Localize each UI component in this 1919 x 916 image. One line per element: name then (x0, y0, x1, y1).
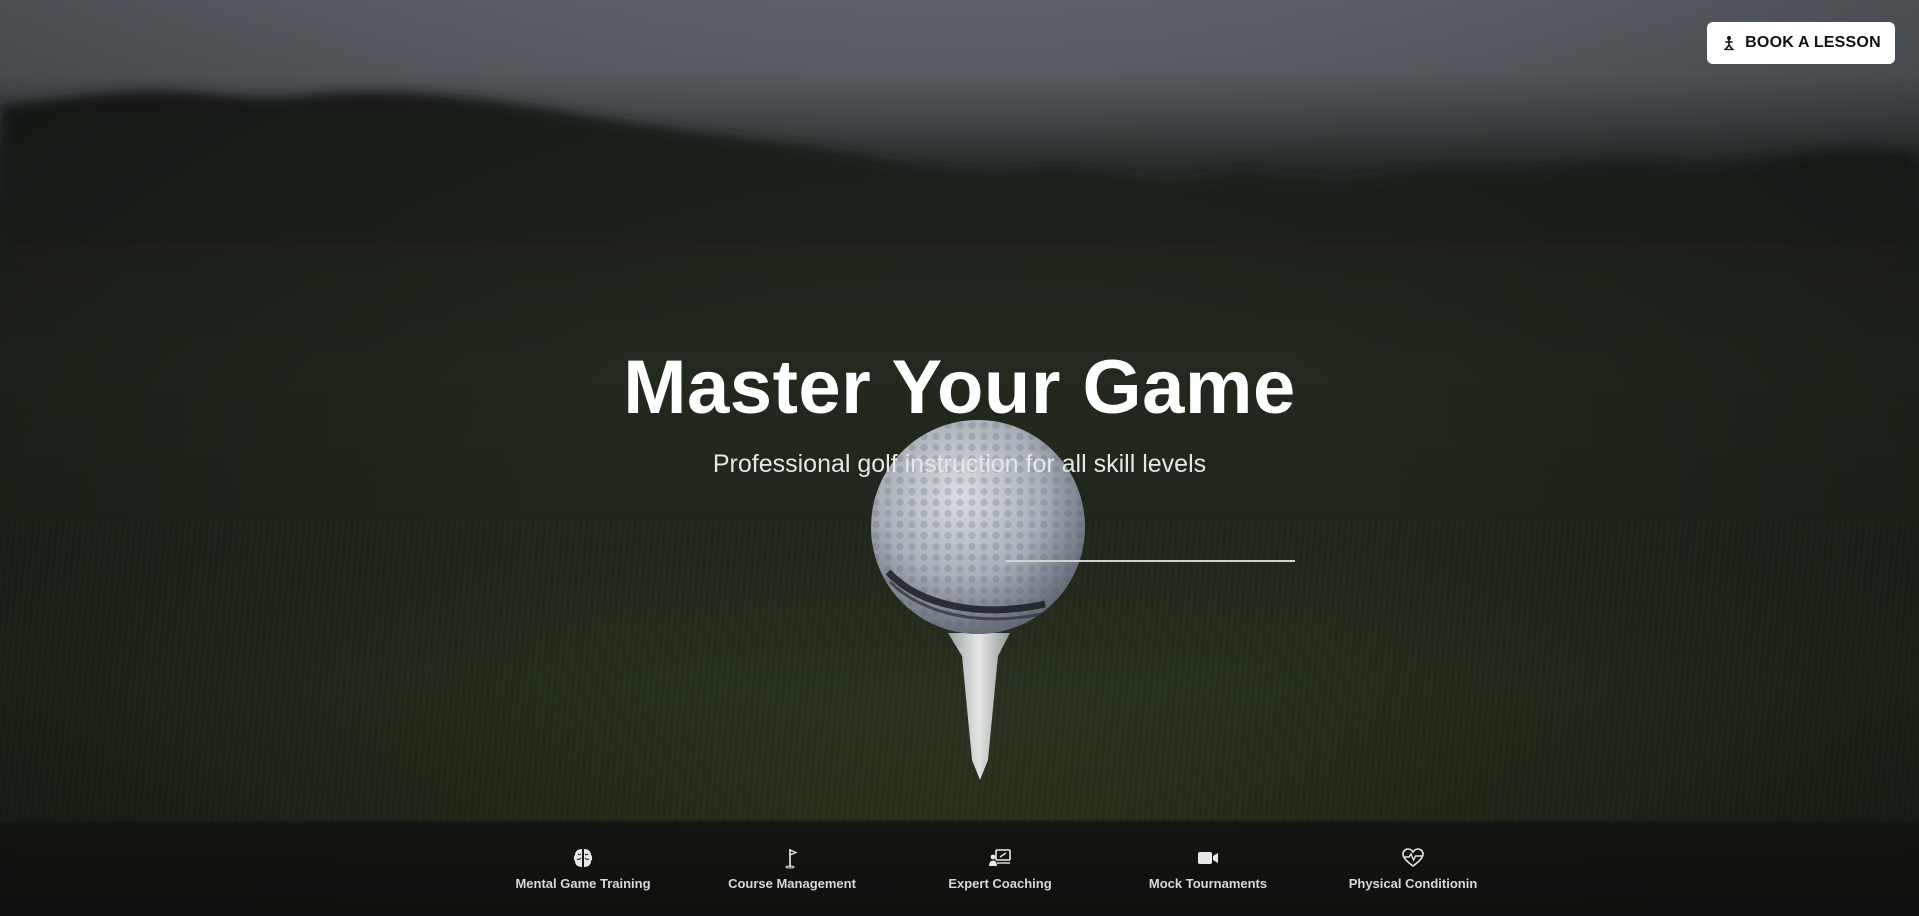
golfer-icon (1721, 35, 1737, 51)
feature-label: Physical Conditionin (1348, 876, 1478, 891)
video-camera-icon (1196, 846, 1220, 870)
hero-section: BOOK A LESSON Master Your Game Professio… (0, 0, 1919, 916)
flag-icon (780, 846, 804, 870)
presentation-icon (988, 846, 1012, 870)
feature-label: Mock Tournaments (1148, 876, 1268, 891)
feature-physical-conditioning[interactable]: Physical Conditionin (1318, 846, 1508, 891)
feature-mock-tournaments[interactable]: Mock Tournaments (1113, 846, 1303, 891)
book-lesson-label: BOOK A LESSON (1745, 34, 1881, 51)
feature-list: Mental Game Training Course Management E… (0, 846, 1919, 896)
hero-divider-line (1006, 560, 1295, 562)
feature-expert-coaching[interactable]: Expert Coaching (905, 846, 1095, 891)
feature-label: Mental Game Training (515, 876, 651, 891)
book-lesson-button[interactable]: BOOK A LESSON (1707, 22, 1895, 64)
treeline-silhouette (0, 91, 1919, 260)
feature-label: Course Management (728, 876, 856, 891)
feature-course-management[interactable]: Course Management (697, 846, 887, 891)
brain-icon (571, 846, 595, 870)
feature-label: Expert Coaching (948, 876, 1052, 891)
hero-subtitle: Professional golf instruction for all sk… (712, 450, 1207, 478)
hero-title: Master Your Game (623, 345, 1296, 430)
heart-pulse-icon (1401, 846, 1425, 870)
feature-mental-game-training[interactable]: Mental Game Training (488, 846, 678, 891)
